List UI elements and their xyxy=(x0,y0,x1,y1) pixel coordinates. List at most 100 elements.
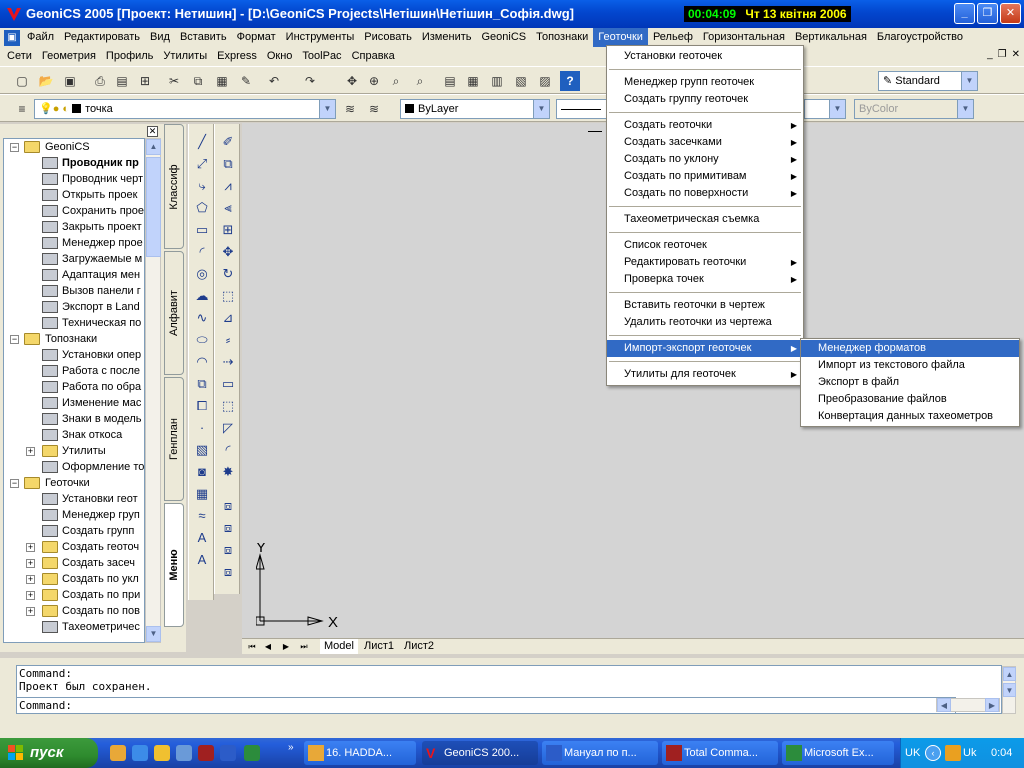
move-icon[interactable]: ✥ xyxy=(218,242,238,262)
table-icon[interactable]: ▦ xyxy=(192,484,212,504)
tray-app-icon[interactable] xyxy=(945,745,961,761)
save-icon[interactable]: ▣ xyxy=(60,71,80,91)
scroll-down-icon[interactable]: ▼ xyxy=(1003,683,1016,697)
revision-cloud-icon[interactable]: ☁ xyxy=(192,286,212,306)
menu-item[interactable]: Создать по уклону ▶ xyxy=(607,151,803,168)
make-block-icon[interactable]: ⧠ xyxy=(192,396,212,416)
menu-item[interactable]: Утилиты для геоточек ▶ xyxy=(607,366,803,383)
menu-menubar1-1[interactable]: Редактировать xyxy=(59,28,145,47)
tree-item[interactable]: + Создать геоточ xyxy=(4,539,144,555)
tree-item[interactable]: Сохранить прое xyxy=(4,203,144,219)
arc-icon[interactable]: ◜ xyxy=(192,242,212,262)
menu-menubar1-3[interactable]: Вставить xyxy=(175,28,232,47)
tree-item[interactable]: Создать групп xyxy=(4,523,144,539)
menu-item[interactable]: Список геоточек xyxy=(607,237,803,254)
tree-item[interactable]: Тахеометричес xyxy=(4,619,144,635)
stretch-icon[interactable]: ⊿ xyxy=(218,308,238,328)
tree-item[interactable]: Работа по обра xyxy=(4,379,144,395)
offset-icon[interactable]: ⫷ xyxy=(218,198,238,218)
menu-menubar2-7[interactable]: Справка xyxy=(347,47,400,66)
chevron-down-icon[interactable]: ▼ xyxy=(533,100,549,118)
layer-previous-icon[interactable]: ≋ xyxy=(364,99,384,119)
menu-item[interactable]: Экспорт в файл xyxy=(801,374,1019,391)
menu-menubar2-4[interactable]: Express xyxy=(212,47,262,66)
paste-icon[interactable]: ▦ xyxy=(212,71,232,91)
ellipse-arc-icon[interactable]: ◠ xyxy=(192,352,212,372)
tree-item[interactable]: Открыть проек xyxy=(4,187,144,203)
erase-icon[interactable]: ✐ xyxy=(218,132,238,152)
color-combo[interactable]: ByLayer ▼ xyxy=(400,99,550,119)
copy-object-icon[interactable]: ⧉ xyxy=(218,154,238,174)
tree-item[interactable]: − GeoniCS xyxy=(4,139,144,155)
tree-item[interactable]: Закрыть проект xyxy=(4,219,144,235)
task-hadda[interactable]: 16. HADDA... xyxy=(304,741,416,765)
expand-icon[interactable]: + xyxy=(26,559,35,568)
menu-item[interactable]: Создать засечками ▶ xyxy=(607,134,803,151)
zoom-previous-icon[interactable]: ⌕ xyxy=(410,71,430,91)
task-manual[interactable]: Мануал по п... xyxy=(542,741,658,765)
mirror-icon[interactable]: ⩘ xyxy=(218,176,238,196)
scroll-up-icon[interactable]: ▲ xyxy=(146,139,161,155)
tree-item[interactable]: − Геоточки xyxy=(4,475,144,491)
menu-menubar1-0[interactable]: Файл xyxy=(22,28,59,47)
quicklaunch-app-icon[interactable] xyxy=(176,745,192,761)
rectangle-icon[interactable]: ▭ xyxy=(192,220,212,240)
tree-item[interactable]: Проводник черт xyxy=(4,171,144,187)
tree-item[interactable]: + Создать засеч xyxy=(4,555,144,571)
mdi-restore-icon[interactable]: ❐ xyxy=(998,49,1007,60)
tab-list1[interactable]: Лист1 xyxy=(360,639,398,654)
zoom-realtime-icon[interactable]: ⊕ xyxy=(364,71,384,91)
menu-item[interactable]: Тахеометрическая съемка xyxy=(607,211,803,228)
tab-genplan[interactable]: Генплан xyxy=(164,377,184,501)
tree-item[interactable]: Проводник пр xyxy=(4,155,144,171)
menu-item[interactable]: Редактировать геоточки ▶ xyxy=(607,254,803,271)
tree-item[interactable]: − Топознаки xyxy=(4,331,144,347)
task-geonics[interactable]: V GeoniCS 200... xyxy=(422,741,538,765)
keyboard-layout-indicator[interactable]: Uk xyxy=(963,738,976,768)
tray-clock[interactable]: 0:04 xyxy=(991,738,1012,768)
collapse-icon[interactable]: − xyxy=(10,479,19,488)
command-scrollbar[interactable]: ▲ ▼ xyxy=(1002,666,1016,714)
command-hscrollbar[interactable]: ◀ ▶ xyxy=(936,698,1000,712)
menu-menubar2-2[interactable]: Профиль xyxy=(101,47,159,66)
menu-menubar1-6[interactable]: Рисовать xyxy=(359,28,417,47)
tree-item[interactable]: Адаптация мен xyxy=(4,267,144,283)
start-button[interactable]: пуск xyxy=(0,738,98,768)
match-properties-icon[interactable]: ✎ xyxy=(236,71,256,91)
tree-item[interactable]: Менеджер прое xyxy=(4,235,144,251)
menu-item[interactable]: Конвертация данных тахеометров xyxy=(801,408,1019,425)
quicklaunch-app-icon[interactable] xyxy=(110,745,126,761)
copy-icon[interactable]: ⧉ xyxy=(188,71,208,91)
tree-item[interactable]: + Создать по при xyxy=(4,587,144,603)
mtext-icon[interactable]: A xyxy=(192,528,212,548)
point-icon[interactable]: · xyxy=(192,418,212,438)
close-button[interactable]: ✕ xyxy=(1000,3,1021,24)
expand-icon[interactable]: + xyxy=(26,607,35,616)
ellipse-icon[interactable]: ⬭ xyxy=(192,330,212,350)
task-total-commander[interactable]: Total Comma... xyxy=(662,741,778,765)
menu-item[interactable]: Удалить геоточки из чертежа xyxy=(607,314,803,331)
rotate-icon[interactable]: ↻ xyxy=(218,264,238,284)
draworder-under-icon[interactable]: ⧈ xyxy=(218,562,238,582)
menu-item[interactable]: Создать по поверхности ▶ xyxy=(607,185,803,202)
close-icon[interactable]: ✕ xyxy=(147,126,158,137)
tree-item[interactable]: Оформление то xyxy=(4,459,144,475)
tree-item[interactable]: Изменение мас xyxy=(4,395,144,411)
document-icon[interactable]: ▣ xyxy=(4,29,20,46)
task-excel[interactable]: Microsoft Ex... xyxy=(782,741,894,765)
circle-icon[interactable]: ◎ xyxy=(192,264,212,284)
undo-icon[interactable]: ↶ xyxy=(264,71,284,91)
tab-model[interactable]: Model xyxy=(320,639,358,654)
maximize-button[interactable]: ❐ xyxy=(977,3,998,24)
layer-manager-icon[interactable]: ≡ xyxy=(12,99,32,119)
menu-menubar1-9[interactable]: Топознаки xyxy=(531,28,593,47)
redo-icon[interactable]: ↷ xyxy=(300,71,320,91)
tree-item[interactable]: Знак откоса xyxy=(4,427,144,443)
chamfer-icon[interactable]: ◸ xyxy=(218,418,238,438)
tab-list2[interactable]: Лист2 xyxy=(400,639,438,654)
tree-item[interactable]: Менеджер груп xyxy=(4,507,144,523)
quicklaunch-app-icon[interactable] xyxy=(198,745,214,761)
excel-icon[interactable] xyxy=(244,745,260,761)
tree-item[interactable]: Установки геот xyxy=(4,491,144,507)
word-icon[interactable] xyxy=(220,745,236,761)
